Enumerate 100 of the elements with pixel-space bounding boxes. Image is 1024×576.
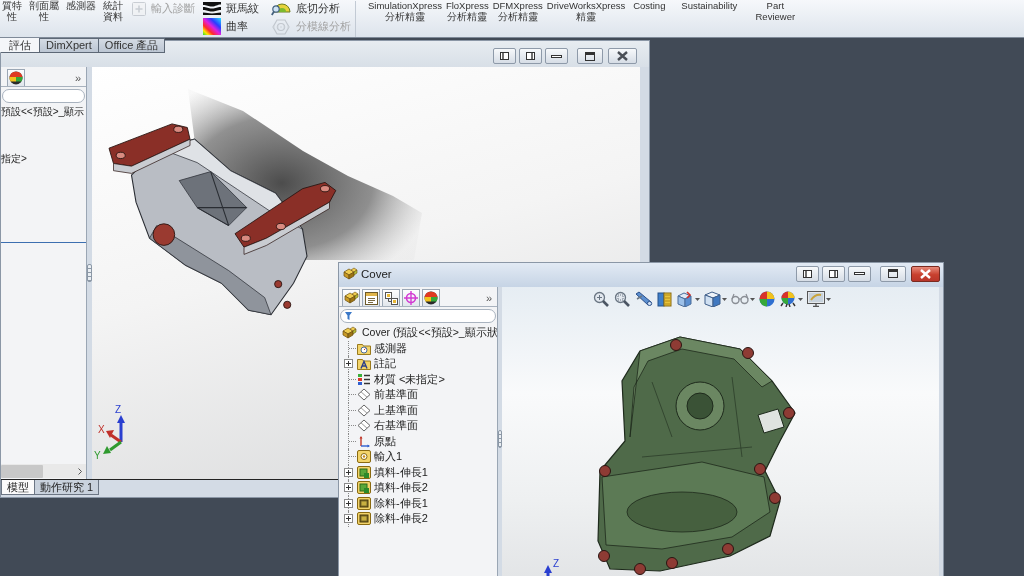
panel-tab[interactable] <box>422 289 440 306</box>
tree-item[interactable]: 註記 <box>339 356 396 372</box>
view-tool-button[interactable] <box>704 291 727 307</box>
overflow-button[interactable]: » <box>71 72 84 84</box>
rainbow-square-icon <box>203 18 221 35</box>
mounting-boss <box>283 300 292 309</box>
view-tool-button[interactable] <box>613 291 631 307</box>
zebra-stripes-icon <box>203 2 221 15</box>
tree-item[interactable]: 填料-伸長1 <box>339 464 428 480</box>
monitor-icon <box>807 291 825 307</box>
tree-item[interactable]: 指定> <box>1 150 27 166</box>
ribbon-button[interactable]: Costing <box>627 0 672 11</box>
filter-icon <box>345 312 352 320</box>
tree-item[interactable]: 前基準面 <box>339 387 418 403</box>
axis-label: Z <box>115 404 122 415</box>
tree-item[interactable]: 原點 <box>339 433 396 449</box>
ribbon-button[interactable]: 統計 資料 <box>101 0 125 22</box>
view-tool-button[interactable] <box>779 291 803 307</box>
tile-button[interactable] <box>493 48 516 64</box>
caret-down-icon <box>798 297 803 301</box>
ribbon-button[interactable]: Sustainability <box>679 0 740 11</box>
expand-icon[interactable] <box>344 514 353 524</box>
chevron-right-icon[interactable] <box>78 467 82 475</box>
boss-extrude-icon <box>357 465 371 479</box>
ribbon-button[interactable]: 質特 性 <box>0 0 24 22</box>
ribbon-tab[interactable]: 評估 <box>0 38 40 53</box>
expand-icon[interactable] <box>344 483 353 493</box>
ribbon-button[interactable]: DFMXpress 分析精靈 <box>490 0 545 22</box>
tile-button[interactable] <box>519 48 542 64</box>
mounting-boss <box>152 223 176 246</box>
tree-item[interactable]: 除料-伸長1 <box>339 495 428 511</box>
maximize-button[interactable] <box>880 265 906 282</box>
caret-down-icon <box>750 297 755 301</box>
telescope-icon <box>635 291 653 307</box>
mounting-boss <box>598 550 610 562</box>
scrollbar[interactable] <box>1 464 86 478</box>
tile-button[interactable] <box>822 265 845 282</box>
ribbon-tab[interactable]: DimXpert <box>39 38 99 53</box>
color-sphere-icon <box>424 291 438 305</box>
ribbon-button[interactable]: 剖面屬 性 <box>27 0 61 22</box>
ribbon-button[interactable]: FloXpress 分析精靈 <box>443 0 491 22</box>
maximize-button[interactable] <box>577 48 603 64</box>
slot-opening <box>757 408 785 434</box>
panel-tab[interactable] <box>362 289 380 306</box>
glasses-icon <box>731 293 749 305</box>
minimize-button[interactable] <box>545 48 568 64</box>
close-button[interactable] <box>911 265 940 282</box>
view-tool-button[interactable] <box>593 291 609 307</box>
view-tool-button[interactable] <box>807 291 831 307</box>
ribbon-tool-button[interactable]: 斑馬紋 <box>203 0 259 17</box>
close-button[interactable] <box>608 48 637 64</box>
ribbon-button[interactable]: 感測器 <box>64 0 98 11</box>
maximize-icon <box>888 269 898 278</box>
minimize-icon <box>854 272 865 275</box>
part-icon <box>342 325 357 340</box>
panel-tab[interactable] <box>7 69 25 86</box>
tree-item[interactable]: 右基準面 <box>339 418 418 434</box>
mounting-hole <box>240 234 251 242</box>
tree-item[interactable]: 填料-伸長2 <box>339 480 428 496</box>
overflow-button[interactable]: » <box>482 292 495 304</box>
expand-icon[interactable] <box>344 359 353 369</box>
expand-icon[interactable] <box>344 467 353 477</box>
tree-item[interactable]: 預設<<預設>_顯示 <box>1 104 85 120</box>
view-tool-button[interactable] <box>759 291 775 307</box>
minimize-button[interactable] <box>848 265 871 282</box>
view-tool-button[interactable] <box>657 291 672 307</box>
ribbon-button[interactable]: DriveWorksXpress 精靈 <box>544 0 628 22</box>
scrollbar-thumb[interactable] <box>1 464 43 478</box>
close-icon <box>617 51 628 61</box>
tile-button[interactable] <box>796 265 819 282</box>
view-tool-button[interactable] <box>635 291 653 307</box>
shaded-cube-icon <box>704 291 721 307</box>
panel-tab[interactable] <box>382 289 400 306</box>
document-tab[interactable]: 模型 <box>1 480 35 495</box>
annotation-folder-icon <box>357 357 371 371</box>
tree-item[interactable]: 感測器 <box>339 340 407 356</box>
mounting-hole <box>275 222 286 231</box>
ribbon-tool-button[interactable]: 底切分析 <box>271 0 351 17</box>
plane-icon <box>357 403 371 417</box>
filter-field[interactable] <box>340 309 496 323</box>
filter-field[interactable] <box>2 89 85 103</box>
mounting-boss <box>754 463 766 475</box>
plane-icon <box>357 419 371 433</box>
ribbon-tab[interactable]: Office 產品 <box>97 38 166 53</box>
tree-item[interactable]: 輸入1 <box>339 449 403 465</box>
caret-down-icon <box>722 297 727 301</box>
tree-item[interactable]: Cover (預設<<預設>_顯示狀 <box>339 325 497 341</box>
document-tab[interactable]: 動作研究 1 <box>34 480 100 495</box>
tree-item[interactable]: 材質 <未指定> <box>339 371 445 387</box>
expand-icon[interactable] <box>344 498 353 508</box>
ribbon-button[interactable]: Part Reviewer <box>753 0 798 22</box>
property-sheet-icon <box>364 291 378 305</box>
tree-item[interactable]: 除料-伸長2 <box>339 511 428 527</box>
tile-window-icon <box>803 269 812 278</box>
section-cube-icon <box>657 291 672 307</box>
tree-item[interactable]: 上基準面 <box>339 402 418 418</box>
ribbon-button[interactable]: SimulationXpress 分析精靈 <box>366 0 444 22</box>
view-tool-button[interactable] <box>676 291 700 307</box>
axis-label: X <box>98 424 105 435</box>
ribbon-tool-button[interactable]: 曲率 <box>203 18 259 35</box>
